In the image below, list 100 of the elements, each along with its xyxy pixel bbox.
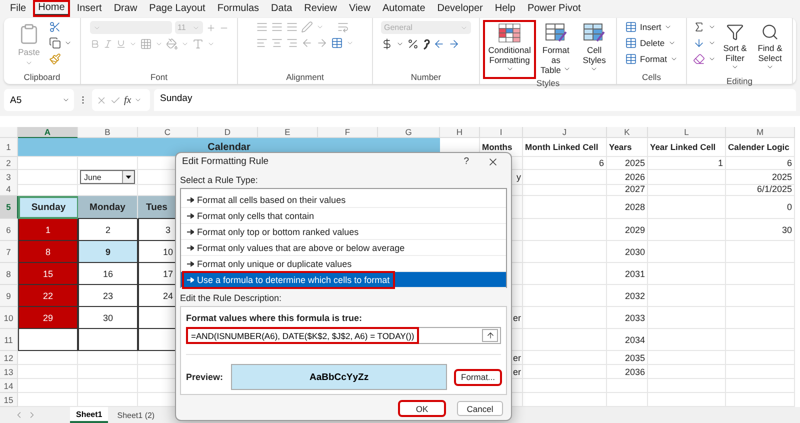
ribbon-tab[interactable]: File (6, 2, 30, 15)
sheet-cell: Years (607, 138, 648, 157)
ribbon-tab[interactable]: View (344, 2, 374, 15)
dialog-title: Edit Formatting Rule (182, 156, 269, 167)
column-header[interactable]: E (258, 127, 318, 138)
section-label: Select a Rule Type: (180, 175, 259, 185)
sheet-cell: 2033 (607, 307, 648, 329)
format-button[interactable]: Format... (455, 370, 501, 384)
formula-label: Format values where this formula is true: (186, 313, 364, 323)
sheet-cell: 15 (18, 263, 78, 285)
ribbon-tab[interactable]: Home (34, 1, 69, 16)
editing-button[interactable]: Sort & Filter (719, 21, 751, 76)
rule-type-item[interactable]: Format only top or bottom ranked values (181, 224, 506, 240)
preview-label: Preview: (186, 372, 224, 382)
sheet-cell: 2026 (607, 170, 648, 185)
group-label: Number (410, 72, 442, 84)
formula-field[interactable]: =AND(ISNUMBER(A6), DATE($K$2, $J$2, A6) = TODAY()) (186, 327, 501, 344)
sheet-cell: 2032 (607, 285, 648, 307)
row-number[interactable]: 5 (0, 196, 18, 219)
row-number[interactable]: 9 (0, 285, 18, 307)
rule-type-item[interactable]: Format only values that are above or below average (181, 240, 506, 256)
ribbon-tab[interactable]: Help (490, 2, 520, 15)
sheet-cell: 29 (18, 307, 78, 329)
sheet-cell: 16 (78, 263, 138, 285)
sheet-cell: 22 (18, 285, 78, 307)
ribbon-tab[interactable]: Draw (110, 2, 142, 15)
row-number[interactable]: 14 (0, 379, 18, 393)
sheet-cell: Sunday (18, 196, 78, 219)
column-header[interactable]: K (607, 127, 648, 138)
column-header[interactable]: I (480, 127, 523, 138)
group-label: Editing (726, 76, 754, 86)
cancel-button[interactable]: Cancel (457, 401, 503, 416)
rule-type-item[interactable]: Format all cells based on their values (181, 192, 506, 208)
row-number[interactable]: 7 (0, 241, 18, 263)
editing-button[interactable]: Find & Select (754, 21, 786, 76)
cells-button[interactable]: Format (625, 53, 678, 65)
ok-button[interactable]: OK (399, 401, 445, 416)
column-header[interactable]: D (198, 127, 258, 138)
rule-type-item[interactable]: Format only cells that contain (181, 208, 506, 224)
sheet-cell: 8 (18, 241, 78, 263)
sheet-cell: 2034 (607, 329, 648, 351)
ribbon-tab[interactable]: Page Layout (145, 2, 210, 15)
help-button[interactable]: ? (464, 156, 469, 167)
ribbon-tab[interactable]: Formulas (213, 2, 264, 15)
column-header[interactable]: F (318, 127, 378, 138)
sheet-cell: 2025 (607, 157, 648, 170)
column-header[interactable]: L (648, 127, 726, 138)
column-header[interactable]: B (78, 127, 138, 138)
group-label: Styles (535, 78, 561, 88)
column-header[interactable]: M (726, 127, 795, 138)
sheet-cell: 2027 (607, 183, 648, 196)
group-label: Clipboard (22, 72, 62, 84)
row-number[interactable]: 6 (0, 219, 18, 241)
preview-box: AaBbCcYyZz (231, 364, 448, 390)
column-header[interactable]: G (378, 127, 440, 138)
cells-button[interactable]: Delete (625, 37, 676, 49)
group-label: Alignment (285, 72, 325, 84)
ribbon-tab[interactable]: Insert (72, 2, 106, 15)
row-number[interactable]: 2 (0, 157, 18, 170)
ribbon-tab[interactable]: Power Pivot (523, 2, 585, 15)
sheet-cell: 2029 (607, 219, 648, 241)
ribbon-tab[interactable]: Data (267, 2, 296, 15)
row-number[interactable]: 12 (0, 351, 18, 365)
sheet-cell: 2035 (607, 351, 648, 365)
ribbon-tab[interactable]: Review (300, 2, 341, 15)
row-number[interactable]: 13 (0, 365, 18, 379)
column-header[interactable]: A (18, 127, 78, 138)
row-number[interactable]: 8 (0, 263, 18, 285)
column-header[interactable]: J (523, 127, 607, 138)
sheet-cell: Month Linked Cell (523, 138, 607, 157)
month-dropdown[interactable]: June (80, 170, 135, 184)
sheet-cell: 2025 (726, 170, 795, 185)
row-number[interactable]: 11 (0, 329, 18, 351)
formula-input[interactable]: Sunday (154, 89, 796, 111)
row-number[interactable]: 15 (0, 393, 18, 407)
ribbon-tab[interactable]: Developer (433, 2, 487, 15)
style-button[interactable]: Format as Table (538, 21, 574, 78)
sheet-cell: Calender Logic (726, 138, 795, 157)
sheet-cell: 23 (78, 285, 138, 307)
column-header[interactable]: C (138, 127, 198, 138)
name-box[interactable]: A5 (4, 89, 74, 111)
sheet-tab[interactable]: Sheet1 (2) (111, 407, 161, 423)
group-label: Cells (641, 72, 662, 84)
sheet-cell: Year Linked Cell (648, 138, 726, 157)
sheet-cell: 6 (523, 157, 607, 170)
row-number[interactable]: 10 (0, 307, 18, 329)
row-number[interactable]: 1 (0, 138, 18, 157)
column-header[interactable]: H (440, 127, 480, 138)
cells-button[interactable]: Insert (625, 21, 672, 33)
ribbon-tab[interactable]: Automate (378, 2, 430, 15)
insert-function-button[interactable]: fx (124, 94, 132, 106)
style-button[interactable]: Conditional Formatting (484, 21, 536, 78)
sheet-cell: 2031 (607, 263, 648, 285)
style-button[interactable]: Cell Styles (576, 21, 612, 78)
sheet-cell: 2036 (607, 365, 648, 379)
sheet-tab[interactable]: Sheet1 (70, 407, 108, 423)
group-label: Font (149, 72, 168, 84)
sheet-cell: 2030 (607, 241, 648, 263)
rule-type-item[interactable]: Use a formula to determine which cells to format (181, 272, 506, 288)
row-number[interactable]: 4 (0, 183, 18, 196)
